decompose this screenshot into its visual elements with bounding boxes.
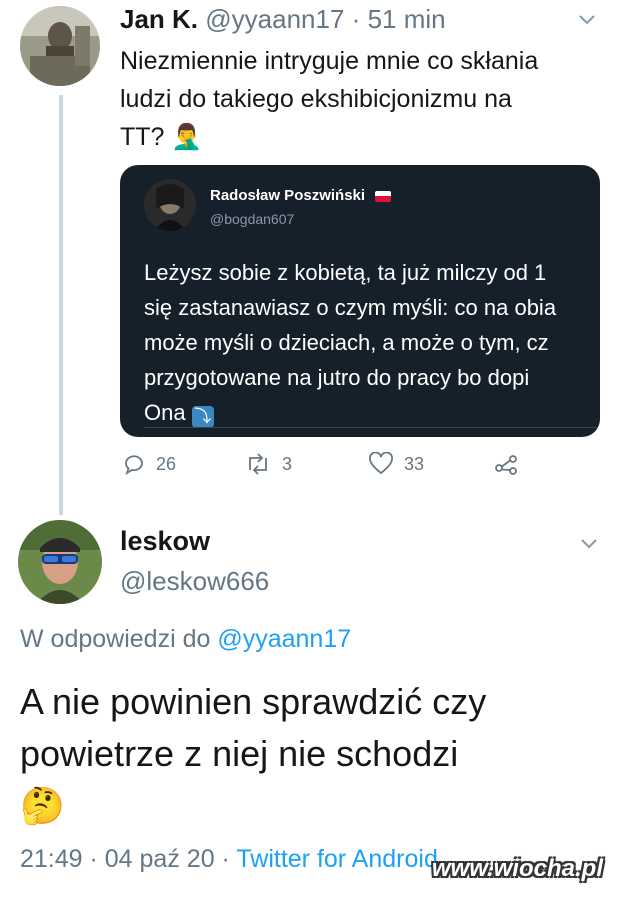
chevron-down-icon bbox=[581, 539, 597, 549]
quoted-tweet-card[interactable]: Radosław Poszwiński @bogdan607 Leżysz so… bbox=[120, 165, 600, 437]
avatar-leskow[interactable] bbox=[18, 520, 102, 604]
reply-bubble-icon bbox=[125, 455, 143, 476]
retweet-action[interactable]: 3 bbox=[244, 452, 292, 476]
quoted-body: Leżysz sobie z kobietą, ta już milczy od… bbox=[144, 255, 600, 430]
quoted-line: się zastanawiasz o czym myśli: co na obi… bbox=[144, 295, 557, 320]
quoted-avatar bbox=[144, 179, 196, 231]
tweet2-timestamp: 21:49 · 04 paź 20 · bbox=[20, 845, 230, 873]
thinking-emoji-icon: 🤔 bbox=[20, 785, 65, 826]
thread-connector-line bbox=[59, 95, 63, 515]
tweet2-meta: 21:49 · 04 paź 20 · Twitter for Android bbox=[20, 845, 438, 874]
reply-to-prefix: W odpowiedzi do bbox=[20, 625, 211, 653]
reply-to-handle-link[interactable]: @yyaann17 bbox=[217, 625, 351, 653]
poland-flag-icon bbox=[375, 190, 392, 202]
tweet2-client-link[interactable]: Twitter for Android bbox=[236, 845, 437, 873]
quoted-line: Ona bbox=[144, 400, 186, 425]
tweet1-text-block: Niezmiennie intryguje mnie co skłania lu… bbox=[120, 42, 560, 156]
reply-to-line: W odpowiedzi do @yyaann17 bbox=[20, 625, 351, 654]
quoted-line-last: Ona ⤵ bbox=[144, 395, 600, 430]
heart-icon bbox=[369, 452, 393, 475]
reply-count: 26 bbox=[156, 453, 177, 474]
share-action[interactable] bbox=[494, 452, 520, 476]
tweet2-menu-chevron[interactable] bbox=[578, 532, 600, 559]
tweet1-separator: · bbox=[351, 4, 361, 34]
quoted-handle: @bogdan607 bbox=[210, 211, 295, 227]
avatar-image bbox=[18, 520, 102, 604]
quoted-avatar-image bbox=[144, 179, 196, 231]
tweet1-time[interactable]: 51 min bbox=[368, 4, 446, 34]
chevron-down-icon bbox=[579, 15, 595, 25]
share-icon bbox=[495, 455, 517, 475]
quoted-author-name: Radosław Poszwiński bbox=[210, 187, 392, 204]
retweet-count: 3 bbox=[282, 453, 293, 474]
tweet1-header: Jan K. @yyaann17 · 51 min bbox=[120, 4, 446, 35]
avatar-image bbox=[20, 6, 100, 86]
tweet2-author-name[interactable]: leskow bbox=[120, 526, 210, 557]
like-action[interactable]: 33 bbox=[368, 452, 424, 476]
avatar-jan-k[interactable] bbox=[20, 6, 100, 86]
tweet1-author-name[interactable]: Jan K. bbox=[120, 4, 198, 34]
reply-action[interactable]: 26 bbox=[122, 452, 176, 476]
watermark: www.wiocha.pl bbox=[431, 855, 603, 882]
tweet1-menu-chevron[interactable] bbox=[576, 8, 598, 35]
retweet-icon bbox=[249, 453, 267, 475]
tweet2-handle[interactable]: @leskow666 bbox=[120, 566, 269, 597]
quoted-line: przygotowane na jutro do pracy bo dopi bbox=[144, 365, 530, 390]
tweet1-handle[interactable]: @yyaann17 bbox=[205, 4, 344, 34]
quoted-line: może myśli o dzieciach, a może o tym, cz bbox=[144, 330, 549, 355]
quoted-author-name-text: Radosław Poszwiński bbox=[210, 187, 366, 204]
quoted-divider bbox=[144, 427, 600, 428]
like-count: 33 bbox=[404, 453, 425, 474]
quoted-line: Leżysz sobie z kobietą, ta już milczy od… bbox=[144, 260, 547, 285]
arrow-down-icon: ⤵ bbox=[191, 406, 214, 428]
tweet2-text: A nie powinien sprawdzić czy powietrze z… bbox=[20, 681, 487, 774]
facepalm-emoji-icon: 🤦‍♂️ bbox=[171, 123, 203, 151]
tweet2-text-block: A nie powinien sprawdzić czy powietrze z… bbox=[20, 676, 610, 832]
